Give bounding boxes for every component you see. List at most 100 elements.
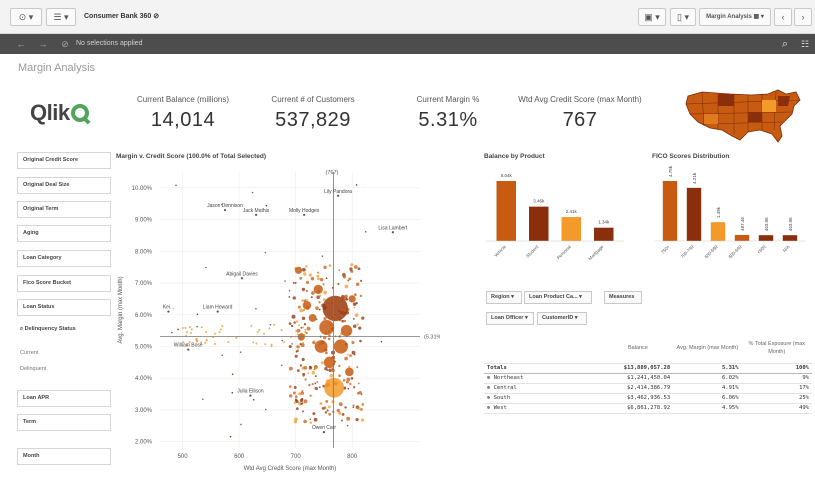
bookmark-button[interactable]: ▣ ▾: [638, 8, 666, 26]
region-dropdown[interactable]: Region ▾: [486, 291, 522, 304]
sheet-name-dropdown[interactable]: Margin Analysis ▦ ▾: [699, 8, 771, 26]
scatter-point: [268, 327, 271, 330]
filter-original-deal-size[interactable]: Original Deal Size: [17, 177, 111, 194]
list-menu-icon: ☰ ▾: [53, 12, 69, 22]
table-header[interactable]: Balance: [602, 333, 674, 364]
filter-fico-score-bucket[interactable]: Fico Score Bucket: [17, 275, 111, 292]
search-icon[interactable]: ⌕: [778, 37, 792, 51]
scatter-point: [316, 380, 319, 383]
back-icon[interactable]: ←: [14, 37, 28, 51]
kpi-credit-score[interactable]: Wtd Avg Credit Score (max Month) 767: [510, 95, 650, 132]
totals-exposure: 100%: [741, 363, 812, 374]
scatter-point: [318, 301, 321, 304]
filter-loan-apr[interactable]: Loan APR: [17, 390, 111, 407]
list-menu-button[interactable]: ☰ ▾: [46, 8, 76, 26]
expand-icon[interactable]: ⊕: [487, 375, 494, 381]
expand-icon[interactable]: ⊕: [487, 405, 494, 411]
y-tick-label: 6.00%: [135, 313, 153, 319]
filter-loan-status[interactable]: Loan Status: [17, 299, 111, 316]
table-header[interactable]: Avg. Margin (max Month): [673, 333, 742, 364]
scatter-point: [292, 391, 296, 395]
table-row[interactable]: ⊕ Central $2,414,386.79 4.91% 17%: [484, 383, 812, 394]
y-tick-label: 2.00%: [135, 440, 153, 446]
margin-cell: 4.91%: [673, 383, 742, 394]
labeled-point: [391, 231, 394, 234]
filter-month[interactable]: Month: [17, 448, 111, 465]
balance-by-product-chart[interactable]: 6.04k Vehicle 3.46k Student 2.41k Personal 1.3…: [480, 165, 630, 273]
app-title[interactable]: Consumer Bank 360 ⊘: [84, 12, 159, 20]
filter-loan-category[interactable]: Loan Category: [17, 250, 111, 267]
kpi-current-customers[interactable]: Current # of Customers 537,829: [258, 95, 368, 132]
scatter-point: [350, 377, 354, 380]
usa-map-thumbnail[interactable]: [682, 86, 806, 148]
scatter-point: [258, 328, 261, 331]
scatter-point: [265, 204, 268, 207]
smart-search-icon[interactable]: ☷: [798, 37, 812, 51]
region-cell[interactable]: ⊕ West: [484, 403, 603, 414]
scatter-point: [302, 342, 305, 345]
region-cell[interactable]: ⊕ Central: [484, 383, 603, 394]
delinquency-status-title[interactable]: ⌕ Delinquency Status: [20, 326, 76, 333]
scatter-chart[interactable]: 2.00% 3.00% 4.00% 5.00% 6.00% 7.00% 8.00% 9.00%…: [114, 160, 440, 478]
measures-button[interactable]: Measures: [604, 291, 642, 304]
balance-cell: $2,414,386.79: [602, 383, 674, 394]
scatter-point: [352, 404, 355, 407]
scatter-point: [313, 417, 318, 422]
scatter-point: [331, 400, 335, 404]
fico-distribution-chart[interactable]: 4.75k 750+ 4.21k 700-749 1.49k 650-699 487.46 6…: [648, 165, 812, 273]
scatter-point: [359, 339, 362, 343]
scatter-point: [288, 385, 292, 388]
next-sheet-button[interactable]: ›: [794, 8, 812, 26]
margin-cell: 4.95%: [673, 403, 742, 414]
scatter-point: [327, 337, 331, 341]
kpi-label: Wtd Avg Credit Score (max Month): [518, 95, 642, 104]
scatter-point: [344, 284, 349, 289]
sheet-menu-button[interactable]: ▯ ▾: [670, 8, 696, 26]
point-label: Owen Carr: [312, 425, 337, 431]
expand-icon[interactable]: ⊕: [487, 395, 494, 401]
x-tick-label: 800: [347, 454, 358, 460]
kpi-current-margin[interactable]: Current Margin % 5.31%: [400, 95, 496, 132]
scatter-point: [292, 281, 295, 284]
region-cell[interactable]: ⊕ South: [484, 393, 603, 404]
region-cell[interactable]: ⊕ Northeast: [484, 373, 603, 384]
selections-tool-button[interactable]: ⊙ ▾: [10, 8, 42, 26]
scatter-point: [320, 361, 324, 365]
table-header[interactable]: % Total Exposure (max Month): [741, 333, 812, 364]
scatter-point: [264, 343, 267, 346]
category-label: 750+: [660, 244, 671, 255]
pivot-table[interactable]: Balance Avg. Margin (max Month) % Total …: [484, 333, 812, 414]
delinquency-item-current[interactable]: Current: [20, 350, 38, 356]
labeled-point: [223, 208, 227, 212]
loan-product-dropdown[interactable]: Loan Product Ca... ▾: [524, 291, 592, 304]
loan-officer-dropdown[interactable]: Loan Officer ▾: [486, 312, 534, 325]
filter-original-credit-score[interactable]: Original Credit Score: [17, 152, 111, 169]
labeled-point: [187, 348, 190, 351]
delinquency-item-delinquent[interactable]: Delinquent: [20, 366, 46, 372]
scatter-point: [357, 406, 361, 410]
filter-original-term[interactable]: Original Term: [17, 201, 111, 218]
scatter-point: [309, 365, 312, 368]
clear-icon[interactable]: ⊘: [58, 37, 72, 51]
scatter-point: [353, 353, 356, 356]
scatter-point: [353, 324, 357, 328]
expand-icon[interactable]: ⊕: [487, 385, 494, 391]
scatter-point: [338, 269, 341, 272]
filter-aging[interactable]: Aging: [17, 225, 111, 242]
table-row[interactable]: ⊕ West $6,861,278.92 4.95% 49%: [484, 403, 812, 414]
scatter-point: [293, 385, 297, 389]
table-row[interactable]: ⊕ South $3,462,936.53 6.06% 25%: [484, 393, 812, 404]
scatter-point: [301, 410, 304, 413]
filter-term[interactable]: Term: [17, 414, 111, 431]
scatter-point: [314, 386, 318, 391]
scatter-title: Margin v. Credit Score (100.0% of Total …: [116, 153, 267, 160]
prev-sheet-button[interactable]: ‹: [774, 8, 792, 26]
scatter-point: [221, 325, 224, 328]
forward-icon[interactable]: →: [36, 37, 50, 51]
kpi-value: 767: [562, 109, 598, 131]
customer-dropdown[interactable]: CustomerID ▾: [537, 312, 587, 325]
kpi-current-balance[interactable]: Current Balance (millions) 14,014: [128, 95, 238, 132]
bar-value-label: 487.46: [740, 217, 745, 231]
selections-status: No selections applied: [76, 40, 143, 47]
table-row[interactable]: ⊕ Northeast $1,241,450.04 6.02% 9%: [484, 373, 812, 384]
